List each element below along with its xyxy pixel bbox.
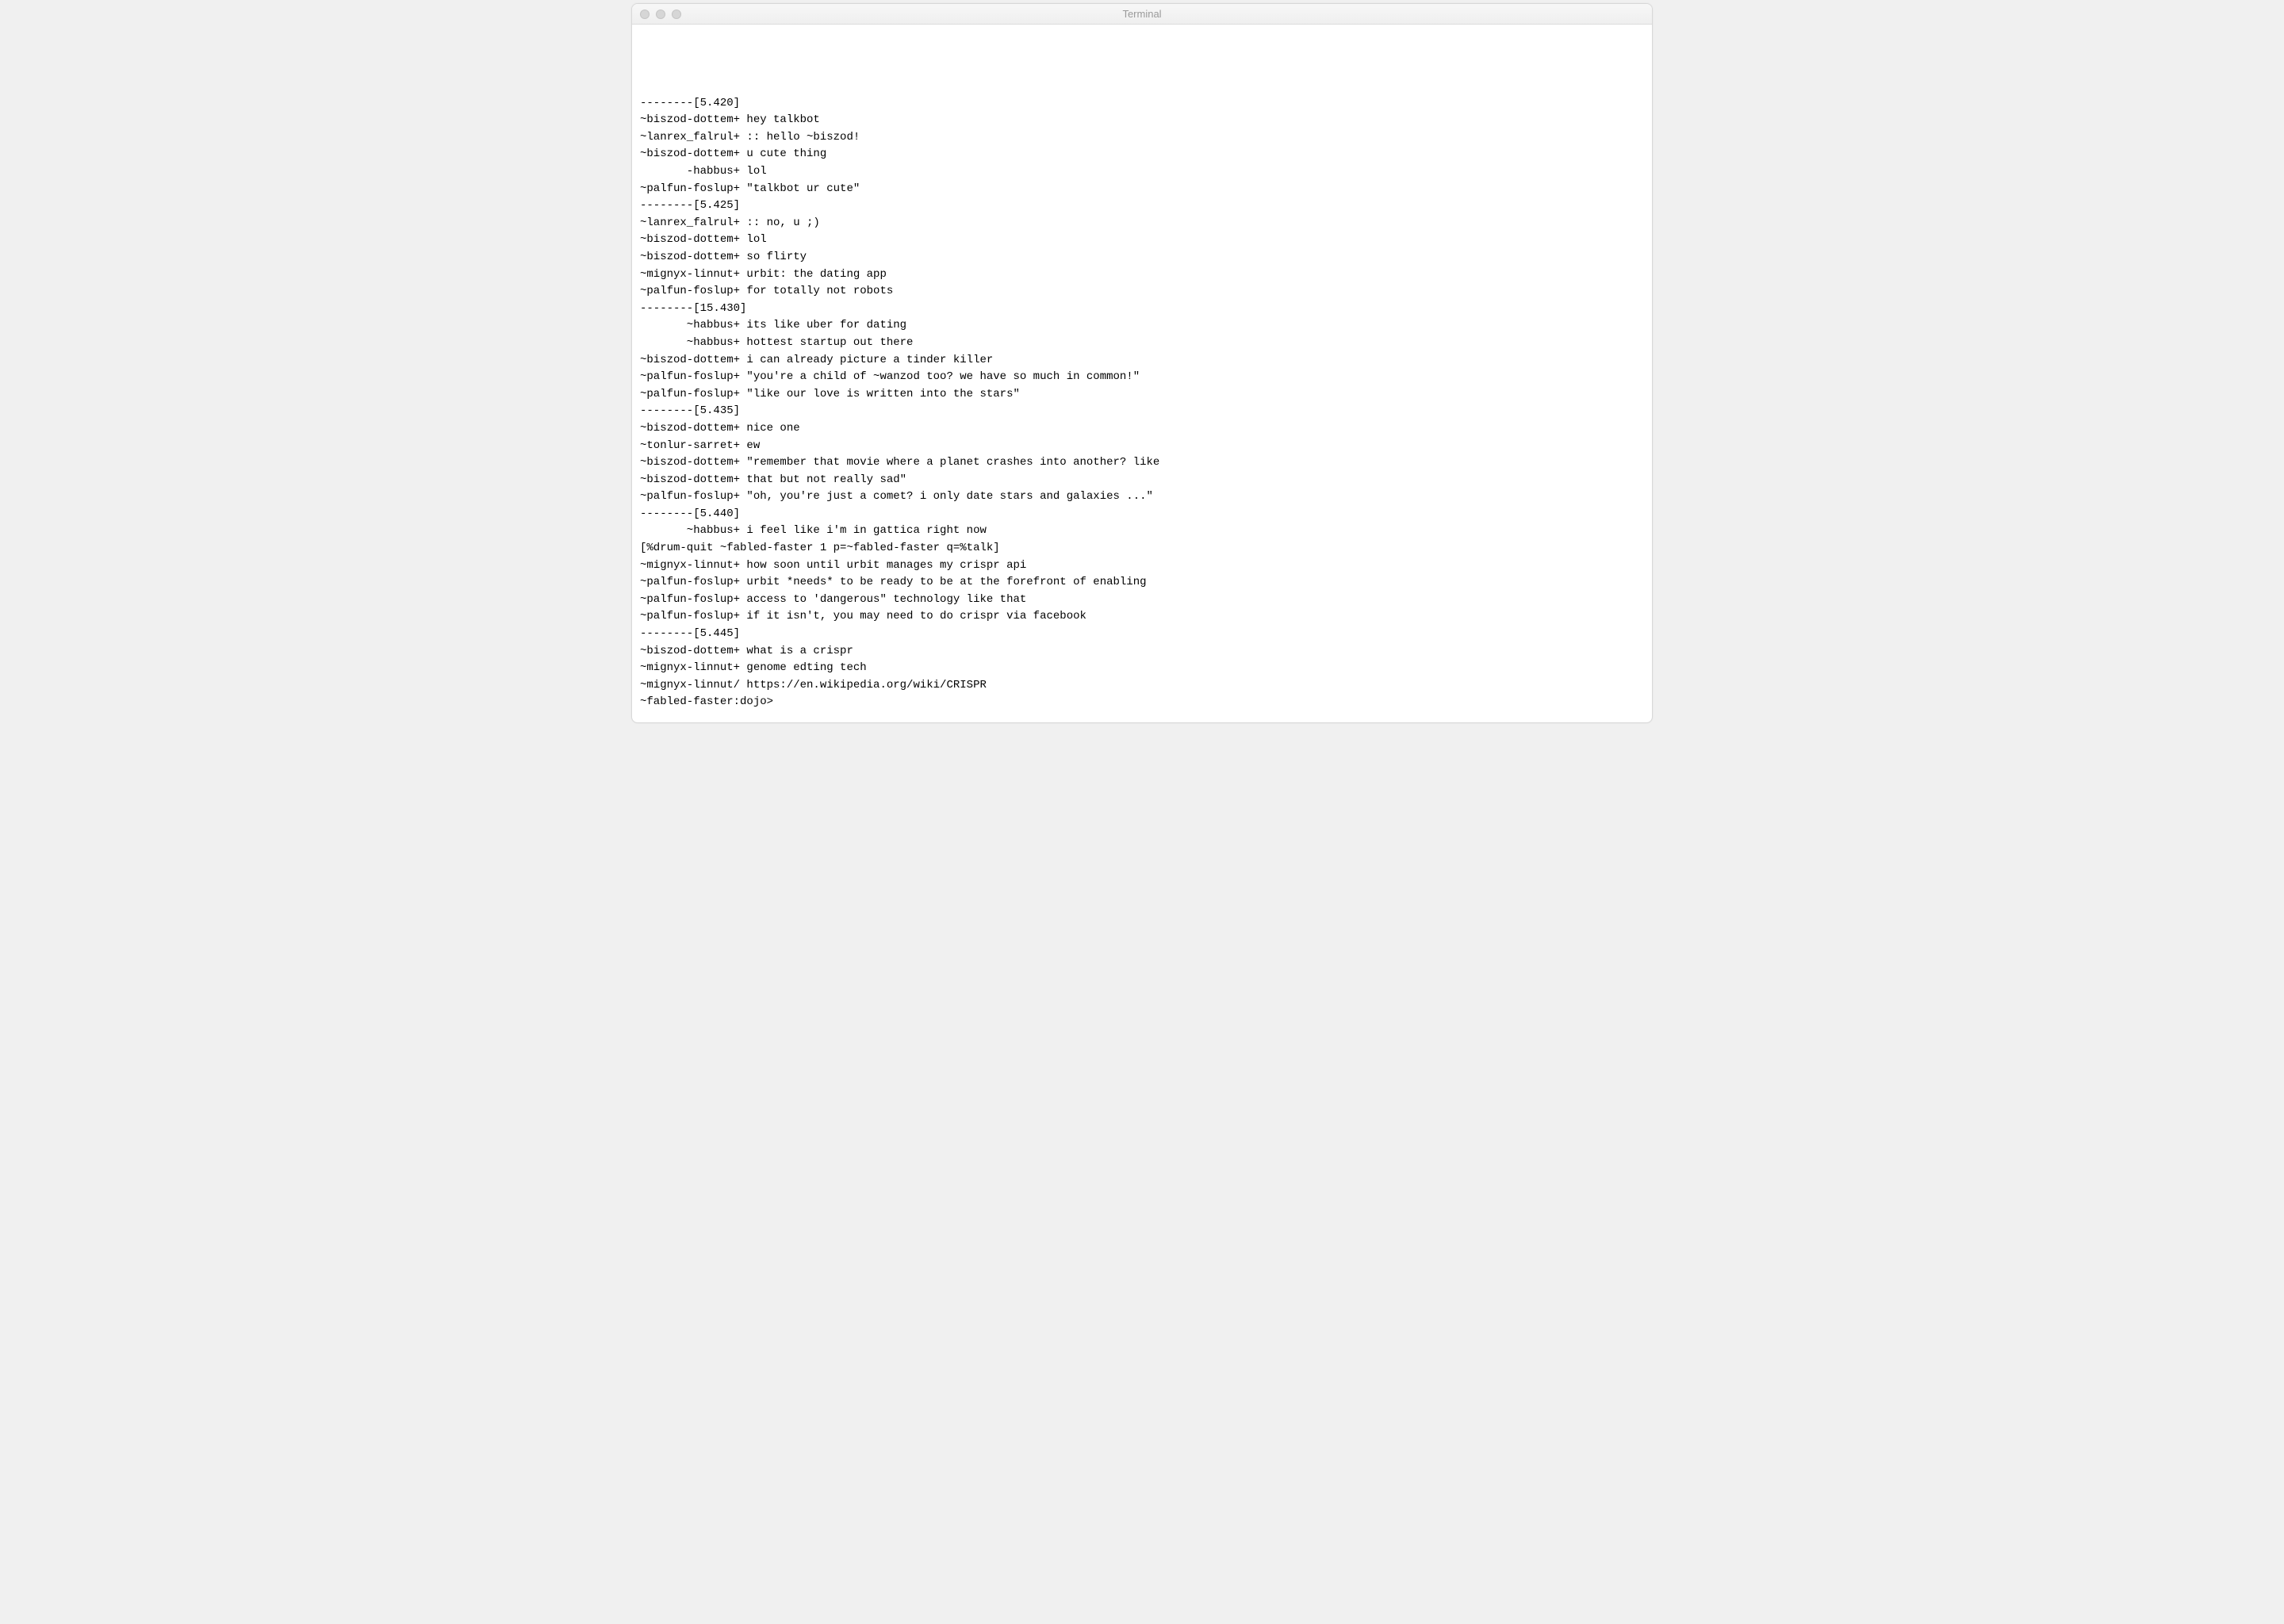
terminal-line: ~mignyx-linnut+ urbit: the dating app — [640, 266, 1644, 284]
terminal-line: ~biszod-dottem+ i can already picture a … — [640, 352, 1644, 370]
terminal-line: ~palfun-foslup+ if it isn't, you may nee… — [640, 608, 1644, 626]
terminal-line: -habbus+ lol — [640, 163, 1644, 181]
terminal-line: ~palfun-foslup+ urbit *needs* to be read… — [640, 574, 1644, 592]
window-title: Terminal — [1122, 8, 1161, 20]
close-button[interactable] — [640, 10, 650, 19]
terminal-line: ~palfun-foslup+ "oh, you're just a comet… — [640, 488, 1644, 506]
terminal-line: ~mignyx-linnut+ genome edting tech — [640, 660, 1644, 677]
terminal-line: ~mignyx-linnut+ how soon until urbit man… — [640, 557, 1644, 575]
terminal-line: --------[5.445] — [640, 626, 1644, 643]
terminal-line: ~palfun-foslup+ "like our love is writte… — [640, 386, 1644, 404]
terminal-line: --------[5.425] — [640, 197, 1644, 215]
titlebar[interactable]: Terminal — [632, 4, 1652, 25]
minimize-button[interactable] — [656, 10, 665, 19]
terminal-line: ~biszod-dottem+ what is a crispr — [640, 643, 1644, 661]
terminal-line: ~biszod-dottem+ hey talkbot — [640, 112, 1644, 129]
terminal-line: ~palfun-foslup+ "you're a child of ~wanz… — [640, 369, 1644, 386]
zoom-button[interactable] — [672, 10, 681, 19]
terminal-line: ~palfun-foslup+ for totally not robots — [640, 283, 1644, 301]
terminal-line: ~lanrex_falrul+ :: hello ~biszod! — [640, 129, 1644, 147]
terminal-line: ~biszod-dottem+ u cute thing — [640, 146, 1644, 163]
terminal-output[interactable]: --------[5.420]~biszod-dottem+ hey talkb… — [632, 25, 1652, 722]
terminal-line: ~biszod-dottem+ that but not really sad" — [640, 472, 1644, 489]
terminal-line: --------[15.430] — [640, 301, 1644, 318]
terminal-line: ~palfun-foslup+ access to 'dangerous" te… — [640, 592, 1644, 609]
terminal-line: --------[5.420] — [640, 95, 1644, 113]
terminal-line: ~mignyx-linnut/ https://en.wikipedia.org… — [640, 677, 1644, 695]
terminal-line: ~lanrex_falrul+ :: no, u ;) — [640, 215, 1644, 232]
terminal-line: ~habbus+ its like uber for dating — [640, 317, 1644, 335]
terminal-line: --------[5.440] — [640, 506, 1644, 523]
terminal-line: ~tonlur-sarret+ ew — [640, 438, 1644, 455]
terminal-line: ~biszod-dottem+ lol — [640, 232, 1644, 249]
terminal-line: ~habbus+ hottest startup out there — [640, 335, 1644, 352]
terminal-line: ~habbus+ i feel like i'm in gattica righ… — [640, 523, 1644, 540]
terminal-line: --------[5.435] — [640, 403, 1644, 420]
terminal-line: ~palfun-foslup+ "talkbot ur cute" — [640, 181, 1644, 198]
terminal-line: ~biszod-dottem+ nice one — [640, 420, 1644, 438]
terminal-line: ~biszod-dottem+ "remember that movie whe… — [640, 454, 1644, 472]
prompt[interactable]: ~fabled-faster:dojo> — [640, 694, 1644, 711]
traffic-lights — [640, 10, 681, 19]
terminal-line: ~biszod-dottem+ so flirty — [640, 249, 1644, 266]
terminal-window: Terminal --------[5.420]~biszod-dottem+ … — [631, 3, 1653, 723]
terminal-line: [%drum-quit ~fabled-faster 1 p=~fabled-f… — [640, 540, 1644, 557]
